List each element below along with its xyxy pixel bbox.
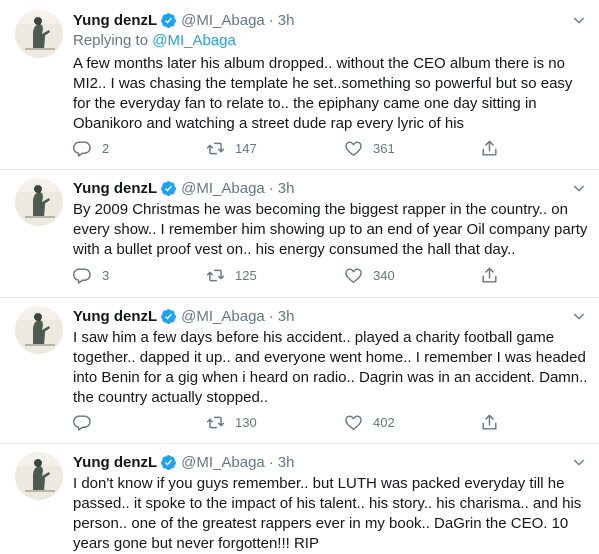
retweet-button[interactable]: 125 bbox=[206, 266, 257, 285]
reply-button[interactable]: 3 bbox=[73, 266, 109, 285]
user-handle[interactable]: @MI_Abaga bbox=[181, 308, 265, 325]
replying-to-mention[interactable]: @MI_Abaga bbox=[152, 32, 236, 49]
reply-count: 3 bbox=[102, 268, 110, 283]
reply-icon bbox=[73, 266, 92, 285]
share-button[interactable] bbox=[480, 139, 499, 158]
share-button[interactable] bbox=[480, 413, 499, 432]
share-icon bbox=[480, 413, 499, 432]
reply-count: 2 bbox=[102, 141, 110, 156]
user-handle[interactable]: @MI_Abaga bbox=[181, 12, 265, 29]
separator: · bbox=[268, 11, 274, 29]
replying-to-label: Replying to bbox=[73, 32, 153, 49]
retweet-count: 125 bbox=[235, 268, 257, 283]
tweet-header: Yung denzL @MI_Abaga · 3h bbox=[73, 178, 294, 198]
reply-icon bbox=[73, 413, 92, 432]
tweet-actions: 130 402 bbox=[73, 413, 513, 433]
separator: · bbox=[268, 453, 274, 471]
avatar[interactable] bbox=[15, 306, 63, 354]
tweet-actions: 3 125 340 bbox=[73, 266, 513, 286]
avatar[interactable] bbox=[15, 178, 63, 226]
tweet-3[interactable]: Yung denzL @MI_Abaga · 3h I saw him a fe… bbox=[0, 298, 599, 444]
reply-button[interactable]: 2 bbox=[73, 139, 109, 158]
like-count: 361 bbox=[373, 141, 395, 156]
verified-badge-icon bbox=[160, 308, 177, 325]
share-button[interactable] bbox=[480, 266, 499, 285]
verified-badge-icon bbox=[160, 12, 177, 29]
tweet-text: A few months later his album dropped.. w… bbox=[73, 55, 573, 132]
retweet-icon bbox=[206, 266, 225, 285]
display-name[interactable]: Yung denzL bbox=[73, 454, 157, 471]
tweet-header: Yung denzL @MI_Abaga · 3h bbox=[73, 306, 294, 326]
timestamp[interactable]: 3h bbox=[278, 454, 295, 471]
retweet-icon bbox=[206, 139, 225, 158]
tweet-1[interactable]: Yung denzL @MI_Abaga · 3h Replying to @M… bbox=[0, 0, 599, 170]
retweet-button[interactable]: 130 bbox=[206, 413, 257, 432]
display-name[interactable]: Yung denzL bbox=[73, 180, 157, 197]
like-button[interactable]: 402 bbox=[344, 413, 395, 432]
chevron-down-icon[interactable] bbox=[571, 180, 587, 196]
reply-button[interactable] bbox=[73, 413, 102, 432]
like-count: 340 bbox=[373, 268, 395, 283]
share-icon bbox=[480, 139, 499, 158]
tweet-text: I don't know if you guys remember.. but … bbox=[73, 475, 582, 552]
separator: · bbox=[268, 179, 274, 197]
share-icon bbox=[480, 266, 499, 285]
avatar[interactable] bbox=[15, 10, 63, 58]
timestamp[interactable]: 3h bbox=[278, 308, 295, 325]
heart-icon bbox=[344, 139, 363, 158]
timestamp[interactable]: 3h bbox=[278, 180, 295, 197]
avatar[interactable] bbox=[15, 452, 63, 500]
verified-badge-icon bbox=[160, 180, 177, 197]
display-name[interactable]: Yung denzL bbox=[73, 308, 157, 325]
like-button[interactable]: 340 bbox=[344, 266, 395, 285]
like-button[interactable]: 361 bbox=[344, 139, 395, 158]
user-handle[interactable]: @MI_Abaga bbox=[181, 454, 265, 471]
separator: · bbox=[268, 307, 274, 325]
verified-badge-icon bbox=[160, 454, 177, 471]
timestamp[interactable]: 3h bbox=[278, 12, 295, 29]
tweet-2[interactable]: Yung denzL @MI_Abaga · 3h By 2009 Christ… bbox=[0, 170, 599, 298]
tweet-actions: 2 147 361 bbox=[73, 139, 513, 159]
tweet-4[interactable]: Yung denzL @MI_Abaga · 3h I don't know i… bbox=[0, 444, 599, 552]
retweet-count: 130 bbox=[235, 415, 257, 430]
retweet-count: 147 bbox=[235, 141, 257, 156]
like-count: 402 bbox=[373, 415, 395, 430]
chevron-down-icon[interactable] bbox=[571, 12, 587, 28]
display-name[interactable]: Yung denzL bbox=[73, 12, 157, 29]
tweet-text: I saw him a few days before his accident… bbox=[73, 329, 588, 406]
tweet-text: By 2009 Christmas he was becoming the bi… bbox=[73, 201, 588, 258]
heart-icon bbox=[344, 413, 363, 432]
tweet-header: Yung denzL @MI_Abaga · 3h bbox=[73, 452, 294, 472]
user-handle[interactable]: @MI_Abaga bbox=[181, 180, 265, 197]
heart-icon bbox=[344, 266, 363, 285]
chevron-down-icon[interactable] bbox=[571, 308, 587, 324]
replying-to: Replying to @MI_Abaga bbox=[73, 32, 236, 49]
tweet-header: Yung denzL @MI_Abaga · 3h bbox=[73, 10, 294, 30]
retweet-button[interactable]: 147 bbox=[206, 139, 257, 158]
retweet-icon bbox=[206, 413, 225, 432]
reply-icon bbox=[73, 139, 92, 158]
chevron-down-icon[interactable] bbox=[571, 454, 587, 470]
